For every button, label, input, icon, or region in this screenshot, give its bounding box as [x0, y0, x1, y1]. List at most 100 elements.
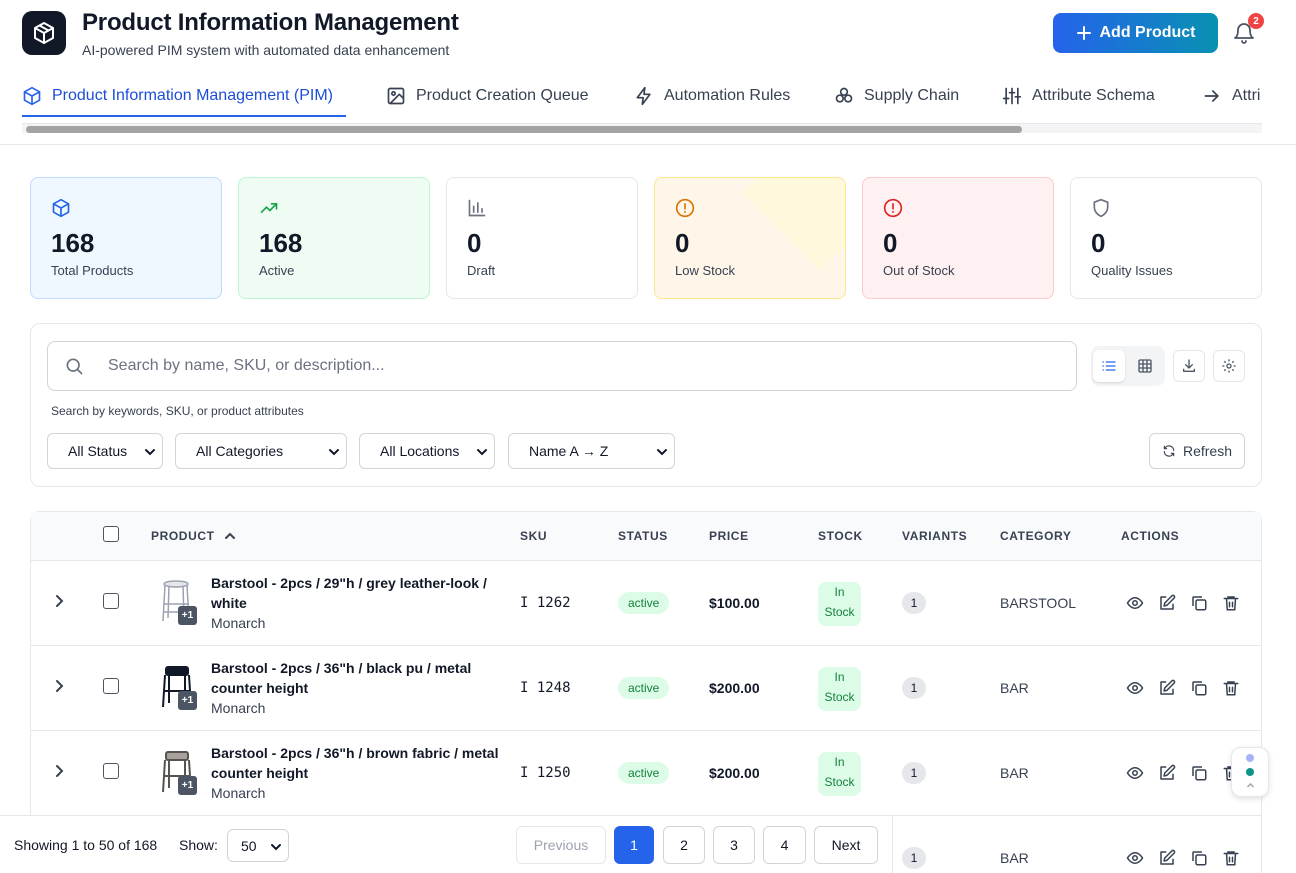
image-icon [387, 87, 405, 105]
chevron-down-icon [145, 449, 155, 456]
row-checkbox[interactable] [103, 593, 119, 609]
chevron-up-icon[interactable] [224, 530, 236, 542]
select-value: All Categories [196, 443, 284, 459]
stat-low-stock: 0 Low Stock [654, 177, 846, 299]
copy-icon[interactable] [1190, 679, 1208, 697]
trash-icon[interactable] [1222, 849, 1240, 867]
product-sku: I 1250 [520, 765, 571, 781]
eye-icon[interactable] [1126, 764, 1144, 782]
stat-active: 168 Active [238, 177, 430, 299]
variant-count: 1 [902, 677, 926, 699]
chevron-right-icon[interactable] [53, 594, 65, 608]
chevron-right-icon[interactable] [53, 679, 65, 693]
status-filter-select[interactable]: All Status [47, 433, 163, 469]
tab-label: Attribute Schema [1032, 87, 1155, 104]
select-value: All Locations [380, 443, 460, 459]
product-name[interactable]: Barstool - 2pcs / 29"h / grey leather-lo… [211, 573, 501, 613]
sliders-icon [1002, 87, 1022, 105]
tab-scrollbar-thumb[interactable] [26, 126, 1022, 133]
arrow-right-icon [1204, 90, 1220, 102]
select-value: 50 [241, 837, 257, 854]
th-product[interactable]: PRODUCT [151, 529, 215, 543]
tab-automation-rules[interactable]: Automation Rules [634, 74, 790, 118]
edit-icon[interactable] [1158, 679, 1176, 697]
app-logo [22, 11, 66, 55]
copy-icon[interactable] [1190, 764, 1208, 782]
download-icon [1183, 359, 1195, 372]
page-subtitle: AI-powered PIM system with automated dat… [82, 42, 450, 58]
chevron-up-icon [1246, 782, 1255, 788]
settings-button[interactable] [1213, 350, 1245, 382]
page-2-button[interactable]: 2 [663, 826, 705, 864]
th-category: CATEGORY [1000, 529, 1072, 543]
tab-pim[interactable]: Product Information Management (PIM) [22, 74, 333, 118]
edit-icon[interactable] [1158, 849, 1176, 867]
next-page-button[interactable]: Next [814, 826, 878, 864]
tab-label: Supply Chain [864, 87, 960, 104]
chevron-down-icon [657, 449, 667, 456]
notification-badge: 2 [1248, 13, 1264, 29]
sort-select[interactable]: Name A → Z [508, 433, 675, 469]
widget-dot [1246, 768, 1254, 776]
trash-icon[interactable] [1222, 594, 1240, 612]
product-category: BAR [1000, 765, 1029, 781]
image-count-badge: +1 [178, 776, 197, 795]
floating-widget[interactable] [1231, 747, 1269, 797]
th-status: STATUS [618, 529, 668, 543]
grid-view-button[interactable] [1129, 350, 1161, 382]
add-product-button[interactable]: Add Product [1053, 13, 1218, 53]
image-count-badge: +1 [178, 691, 197, 710]
product-category: BAR [1000, 680, 1029, 696]
tab-supply-chain[interactable]: Supply Chain [834, 74, 959, 118]
stat-label: Low Stock [675, 263, 735, 278]
stat-label: Quality Issues [1091, 263, 1173, 278]
variant-count: 1 [902, 592, 926, 614]
product-brand: Monarch [211, 700, 266, 716]
variant-count: 1 [902, 762, 926, 784]
previous-page-button[interactable]: Previous [516, 826, 606, 864]
eye-icon[interactable] [1126, 849, 1144, 867]
row-checkbox[interactable] [103, 678, 119, 694]
tab-label: Product Information Management (PIM) [52, 87, 334, 104]
page-1-button[interactable]: 1 [614, 826, 654, 864]
chevron-right-icon[interactable] [53, 764, 65, 778]
stock-badge: In Stock [818, 582, 861, 626]
copy-icon[interactable] [1190, 594, 1208, 612]
product-name[interactable]: Barstool - 2pcs / 36"h / black pu / meta… [211, 658, 501, 698]
row-checkbox[interactable] [103, 763, 119, 779]
search-input[interactable] [100, 350, 1060, 382]
product-sku: I 1248 [520, 680, 571, 696]
widget-dot [1246, 754, 1254, 762]
stat-label: Out of Stock [883, 263, 955, 278]
chevron-down-icon [271, 844, 281, 851]
tab-attribute-schema[interactable]: Attribute Schema [1002, 74, 1155, 118]
bar-chart-icon [468, 199, 486, 217]
stat-value: 0 [1091, 228, 1106, 258]
list-view-button[interactable] [1093, 350, 1125, 382]
copy-icon[interactable] [1190, 849, 1208, 867]
alert-circle-icon [883, 198, 903, 218]
eye-icon[interactable] [1126, 594, 1144, 612]
product-price: $200.00 [709, 680, 760, 696]
category-filter-select[interactable]: All Categories [175, 433, 347, 469]
page-4-button[interactable]: 4 [763, 826, 806, 864]
download-button[interactable] [1173, 350, 1205, 382]
page-3-button[interactable]: 3 [713, 826, 755, 864]
plus-icon [1076, 26, 1091, 40]
select-value: All Status [68, 443, 128, 459]
tab-product-creation-queue[interactable]: Product Creation Queue [386, 74, 589, 118]
th-stock: STOCK [818, 529, 863, 543]
tab-label: Attri [1232, 87, 1261, 104]
refresh-button[interactable]: Refresh [1149, 433, 1245, 469]
tab-attribute-more[interactable]: Attri [1202, 74, 1260, 118]
page-size-select[interactable]: 50 [227, 829, 289, 862]
trash-icon[interactable] [1222, 679, 1240, 697]
location-filter-select[interactable]: All Locations [359, 433, 495, 469]
select-all-checkbox[interactable] [103, 526, 119, 542]
active-tab-indicator [22, 115, 346, 117]
edit-icon[interactable] [1158, 764, 1176, 782]
th-price: PRICE [709, 529, 749, 543]
eye-icon[interactable] [1126, 679, 1144, 697]
product-name[interactable]: Barstool - 2pcs / 36"h / brown fabric / … [211, 743, 501, 783]
edit-icon[interactable] [1158, 594, 1176, 612]
